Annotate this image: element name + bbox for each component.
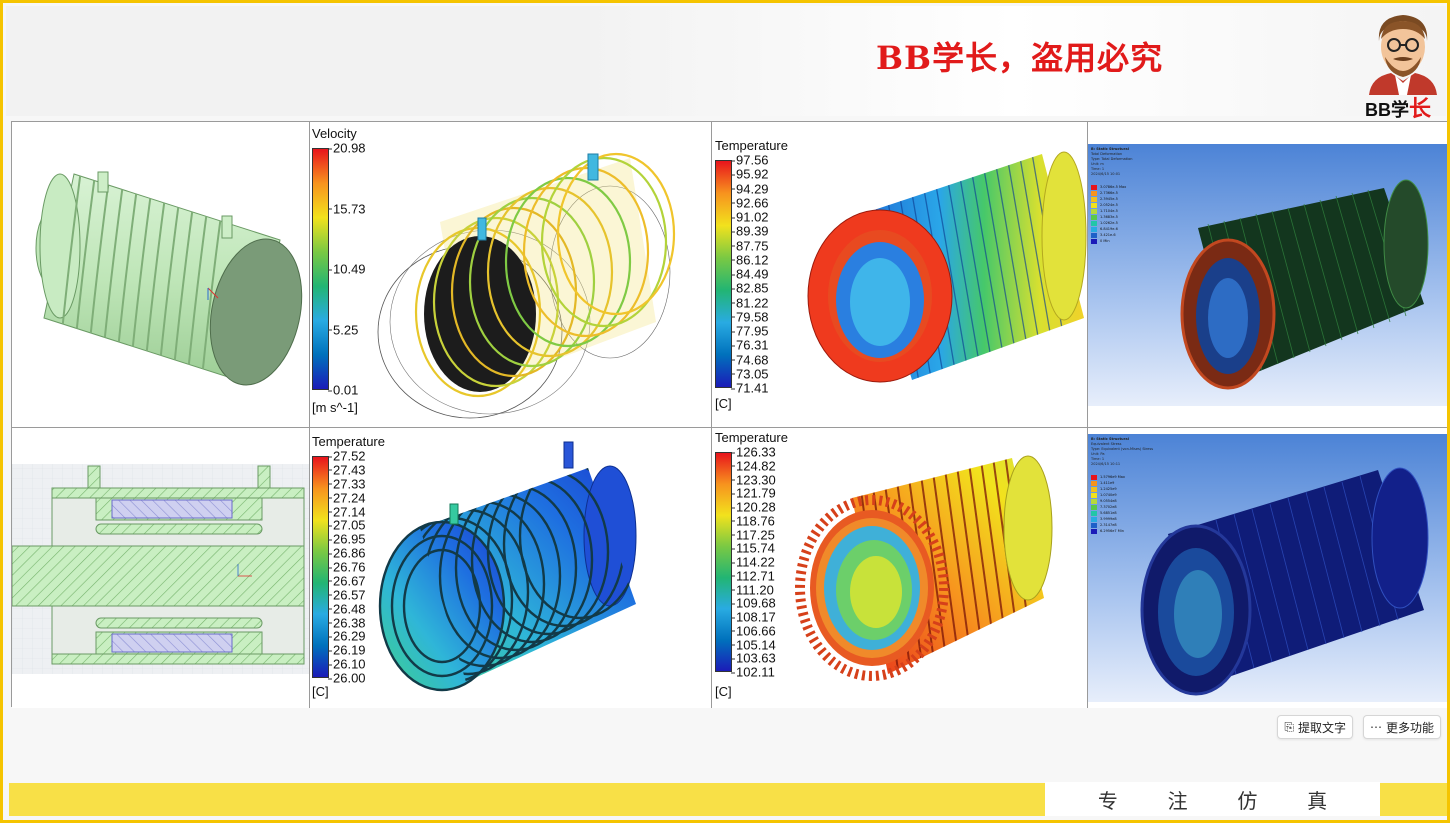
text-scan-icon: ⎘ (1284, 719, 1294, 734)
more-functions-button[interactable]: ⋯ 更多功能 (1362, 715, 1441, 739)
cell-temperature-plot-1: Temperature 97.56 95.92 94.29 92.66 91.0… (712, 122, 1088, 428)
cell-equivalent-stress: B: Static Structural Equivalent Stress Typ… (1088, 428, 1447, 708)
deformation-render (1180, 179, 1429, 390)
footer-char: 真 (1307, 788, 1328, 813)
footer-char: 注 (1167, 788, 1188, 813)
cell-temperature-plot-3: Temperature 126.33 124.82 123.30 121.79 … (712, 428, 1088, 708)
cell-velocity-plot: Velocity 20.98 15.73 10.49 5.25 0.01 [m … (310, 122, 712, 428)
ansys-viewport-1: B: Static Structural Total Deformation Typ… (1088, 144, 1447, 406)
extract-text-button[interactable]: ⎘ 提取文字 (1277, 715, 1353, 739)
footer-char: 仿 (1237, 788, 1258, 813)
ansys-viewport-2: B: Static Structural Equivalent Stress Typ… (1088, 434, 1447, 702)
watermark-text: BB学长，盗用必究 (876, 39, 1164, 77)
velocity-streamlines-render (377, 152, 676, 419)
slide-header (6, 6, 1446, 116)
cell-total-deformation: B: Static Structural Total Deformation Typ… (1088, 122, 1447, 428)
slide-frame: BB学长，盗用必究 BB学长 Velocity 20.98 15.73 10.4… (0, 0, 1450, 823)
logo-text: BB学长 (1365, 96, 1432, 121)
image-toolbar: ⎘ 提取文字 ⋯ 更多功能 (1277, 715, 1441, 739)
stress-render (1140, 467, 1429, 696)
cell-temperature-plot-2: Temperature 27.52 27.43 27.33 27.24 27.1… (310, 428, 712, 708)
cell-cad-model (12, 122, 310, 428)
more-dots-icon: ⋯ (1369, 720, 1382, 734)
image-grid: Velocity 20.98 15.73 10.49 5.25 0.01 [m … (11, 121, 1447, 708)
cad-model-illustration (35, 171, 303, 386)
cross-section-drawing (12, 464, 309, 674)
cell-cross-section (12, 428, 310, 708)
temperature-ring-render (807, 151, 1087, 383)
footer-slogan: 专 注 仿 真 (1045, 782, 1380, 816)
finned-motor-temperature-render (795, 455, 1053, 681)
coil-temperature-render (378, 441, 637, 692)
footer-char: 专 (1097, 788, 1118, 813)
